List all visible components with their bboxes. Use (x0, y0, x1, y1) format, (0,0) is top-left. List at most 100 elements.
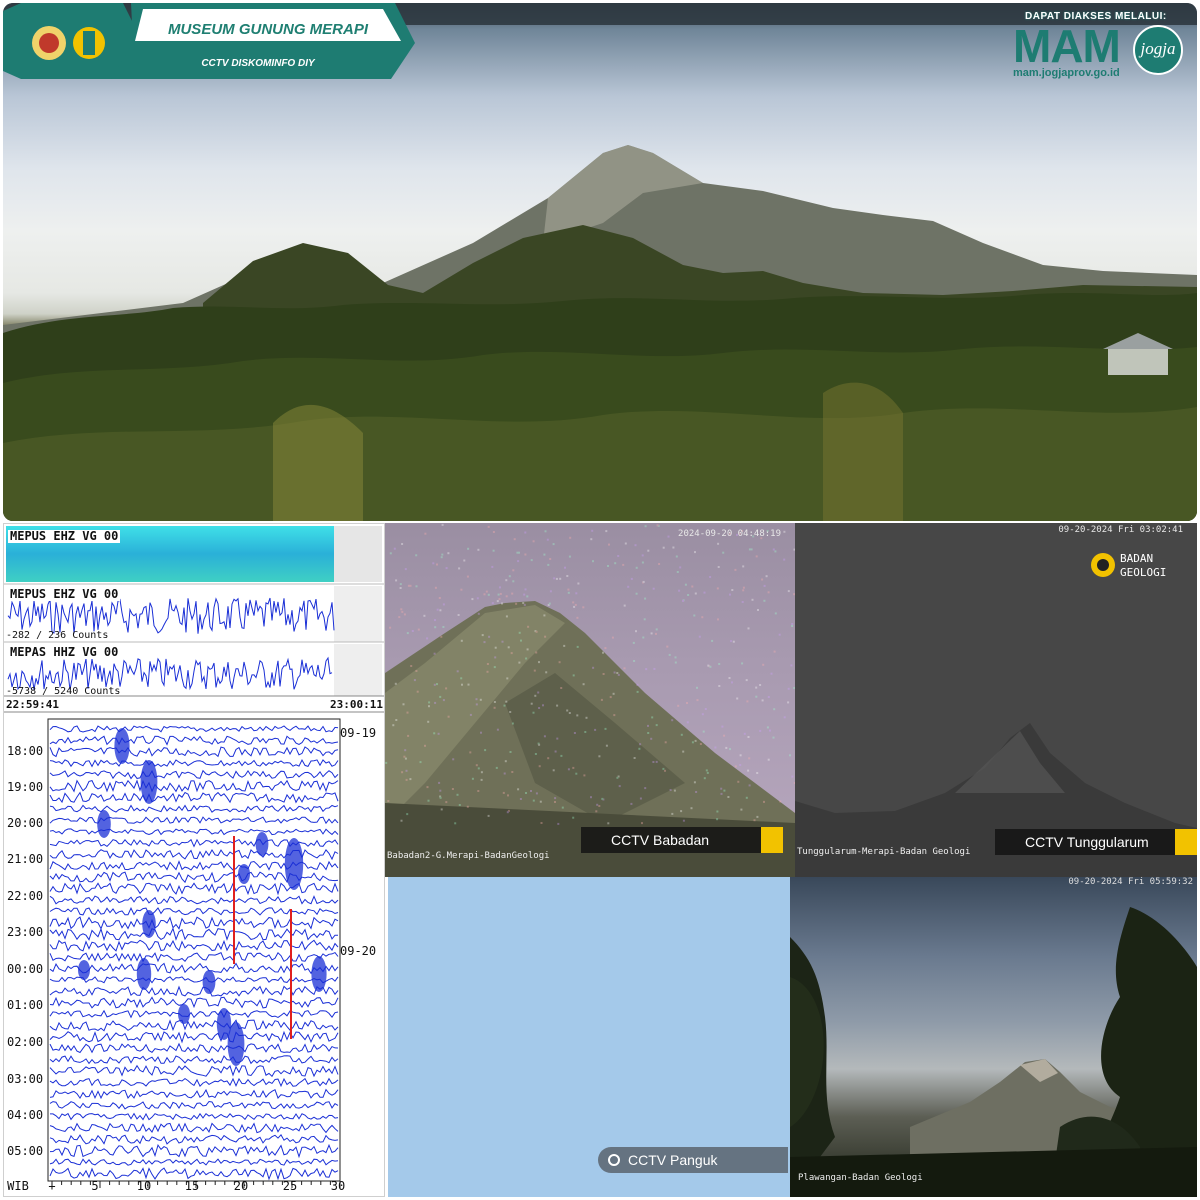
cctv-babadan-tag[interactable]: CCTV Babadan (581, 827, 783, 853)
video-noise (718, 685, 721, 687)
video-noise (415, 585, 418, 588)
video-noise (601, 797, 604, 800)
video-noise (440, 808, 443, 811)
video-noise (543, 735, 546, 738)
video-noise (502, 791, 505, 794)
video-noise (647, 724, 649, 727)
x-tick-label: 30 (330, 1179, 346, 1193)
video-noise (766, 726, 769, 729)
mam-logo: MAM (1013, 20, 1121, 72)
video-noise (671, 719, 674, 722)
video-noise (507, 646, 510, 649)
cctv-panguk-view[interactable]: CCTV Panguk (385, 877, 790, 1197)
video-noise (727, 796, 730, 798)
video-noise (791, 625, 794, 627)
trace-label: MEPUS EHZ VG 00 (8, 529, 121, 543)
video-noise (612, 692, 615, 695)
video-noise (445, 567, 448, 570)
video-noise (385, 761, 388, 764)
video-noise (639, 797, 642, 800)
video-noise (530, 559, 533, 562)
logo-line: BADAN (1120, 552, 1154, 565)
video-noise (442, 699, 445, 702)
video-noise (436, 683, 438, 686)
video-noise (487, 814, 490, 817)
video-noise (673, 789, 676, 792)
video-noise (763, 800, 765, 803)
video-noise (725, 746, 728, 749)
video-noise (694, 739, 697, 742)
video-noise (480, 771, 483, 774)
cctv-tunggularum-tag[interactable]: CCTV Tunggularum (995, 829, 1197, 855)
cctv-panguk-tag[interactable]: CCTV Panguk (598, 1147, 788, 1173)
video-noise (790, 664, 793, 667)
video-noise (694, 551, 696, 554)
video-noise (511, 592, 514, 595)
video-noise (439, 695, 442, 698)
video-noise (572, 816, 575, 819)
video-noise (623, 667, 626, 670)
hour-label: 22:00 (7, 889, 44, 903)
video-noise (523, 603, 526, 606)
video-noise (567, 588, 570, 591)
video-noise (611, 636, 614, 639)
video-noise (605, 530, 608, 533)
video-noise (518, 631, 521, 634)
video-noise (605, 744, 608, 747)
main-cctv-view[interactable]: MUSEUM GUNUNG MERAPI CCTV DISKOMINFO DIY… (3, 3, 1197, 521)
hour-label: 18:00 (7, 744, 44, 758)
museum-banner (3, 3, 415, 79)
video-noise (613, 671, 616, 674)
camera-timestamp: 09-20-2024 Fri 05:59:32 (1068, 877, 1193, 887)
video-noise (662, 767, 665, 770)
video-noise (617, 555, 620, 557)
video-noise (560, 687, 563, 689)
video-noise (750, 548, 753, 551)
video-noise (767, 696, 770, 698)
mam-logo-block[interactable]: DAPAT DIAKSES MELALUI: MAM mam.jogjaprov… (1013, 11, 1183, 81)
x-tick-label: 25 (282, 1179, 298, 1193)
video-noise (608, 543, 610, 546)
seismic-event (284, 838, 304, 890)
video-noise (696, 686, 698, 689)
video-noise (600, 698, 603, 701)
hour-label: 01:00 (7, 998, 44, 1012)
video-noise (389, 552, 392, 555)
video-noise (564, 566, 566, 569)
x-tick-label: 5 (91, 1179, 99, 1193)
video-noise (651, 716, 654, 719)
video-noise (696, 699, 699, 702)
hour-label: 20:00 (7, 816, 44, 830)
video-noise (762, 663, 765, 666)
video-noise (475, 698, 478, 701)
video-noise (439, 609, 442, 612)
video-noise (494, 646, 497, 649)
video-noise (556, 704, 559, 707)
video-noise (636, 683, 639, 686)
video-noise (767, 591, 770, 594)
video-noise (616, 776, 619, 779)
video-noise (686, 721, 689, 724)
video-noise (491, 565, 494, 568)
video-noise (742, 589, 745, 592)
cctv-babadan-view[interactable]: 2024-09-20 04:48:19 CCTV Babadan Babadan… (385, 523, 795, 877)
video-noise (439, 796, 442, 799)
seismic-event (140, 760, 158, 804)
video-noise (504, 760, 507, 763)
mam-url[interactable]: mam.jogjaprov.go.id (1013, 67, 1120, 79)
video-noise (662, 546, 665, 549)
badan-geologi-logo: BADAN GEOLOGI (1090, 552, 1200, 582)
video-noise (568, 712, 571, 714)
video-noise (723, 734, 726, 737)
video-noise (436, 563, 438, 566)
video-noise (787, 687, 790, 690)
cctv-plawangan-view[interactable]: 09-20-2024 Fri 05:59:32 Plawangan-Badan … (790, 877, 1197, 1197)
video-noise (505, 579, 508, 582)
video-noise (433, 732, 436, 735)
video-noise (542, 704, 544, 707)
video-noise (495, 766, 498, 769)
banner-title: MUSEUM GUNUNG MERAPI (167, 21, 368, 38)
video-noise (751, 598, 754, 601)
video-noise (426, 637, 429, 640)
video-noise (728, 677, 731, 679)
